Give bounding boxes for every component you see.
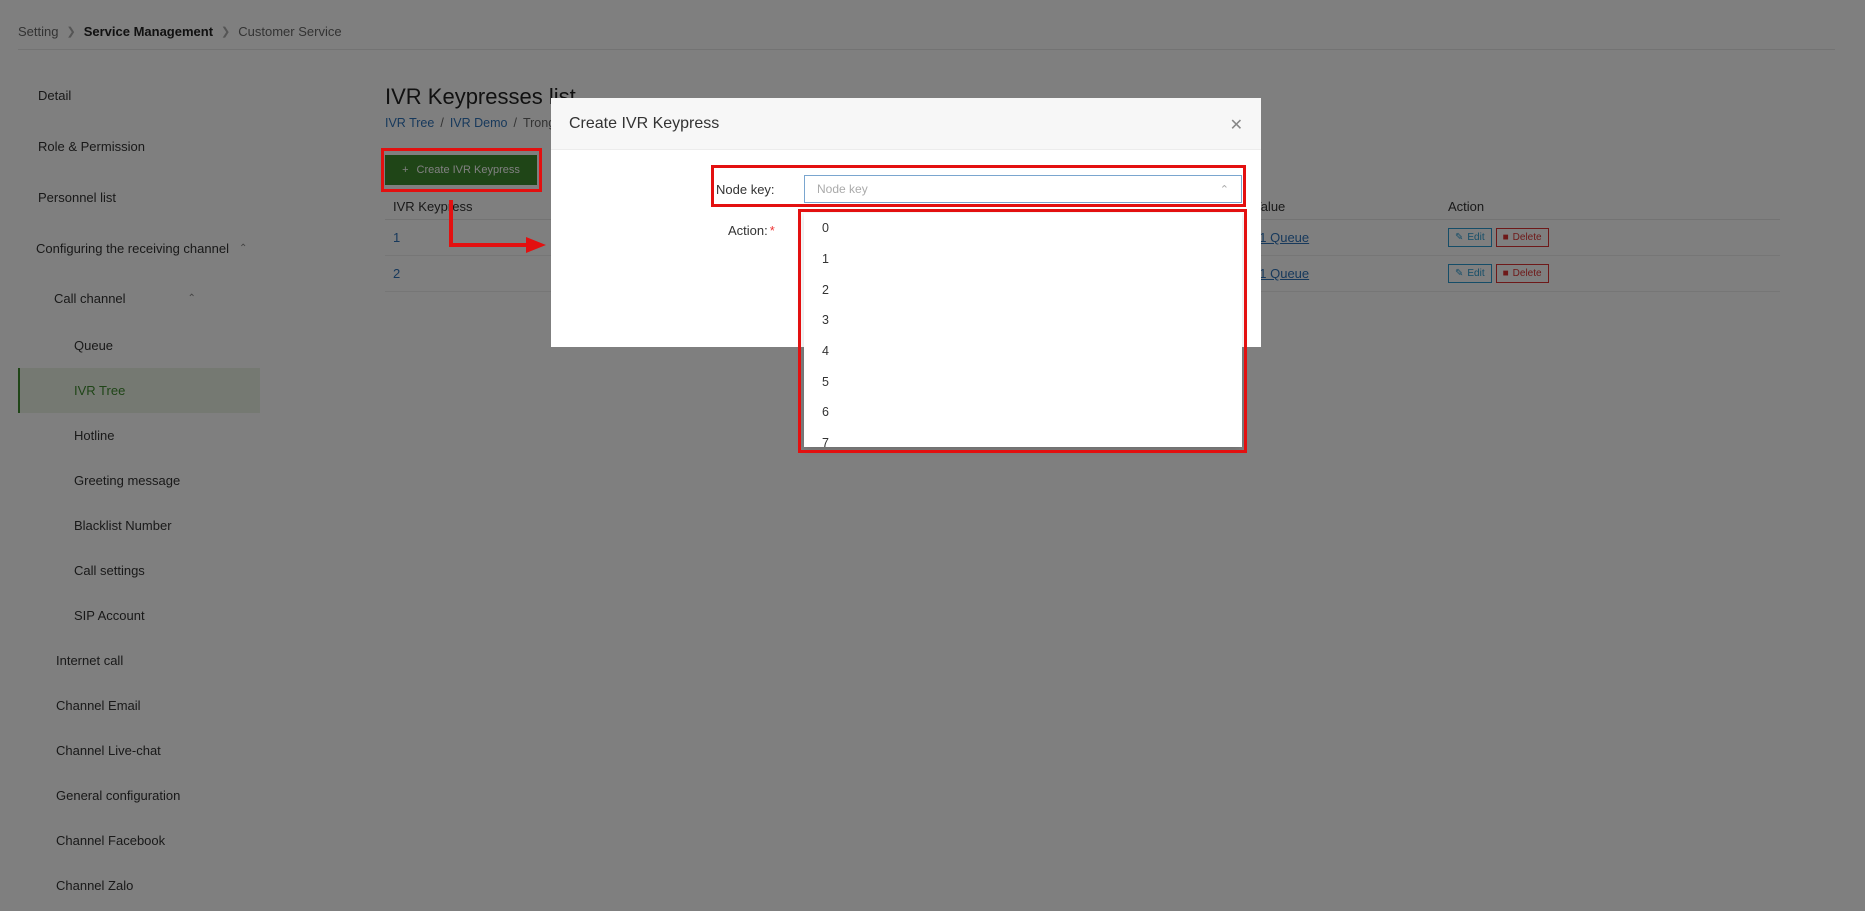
- annotation-arrow-shaft: [449, 243, 529, 247]
- close-icon[interactable]: ✕: [1230, 115, 1243, 135]
- annotation-arrow-stem: [449, 200, 453, 247]
- highlight-create-button: [381, 148, 542, 192]
- action-label: Action:: [728, 222, 768, 238]
- highlight-dropdown: [798, 209, 1247, 453]
- highlight-node-key: [711, 165, 1246, 207]
- required-marker: *: [769, 222, 775, 238]
- action-row: Action: *: [728, 220, 775, 240]
- modal-title: Create IVR Keypress: [569, 114, 720, 132]
- modal-header: Create IVR Keypress ✕: [551, 98, 1261, 150]
- arrow-right-icon: [526, 237, 546, 253]
